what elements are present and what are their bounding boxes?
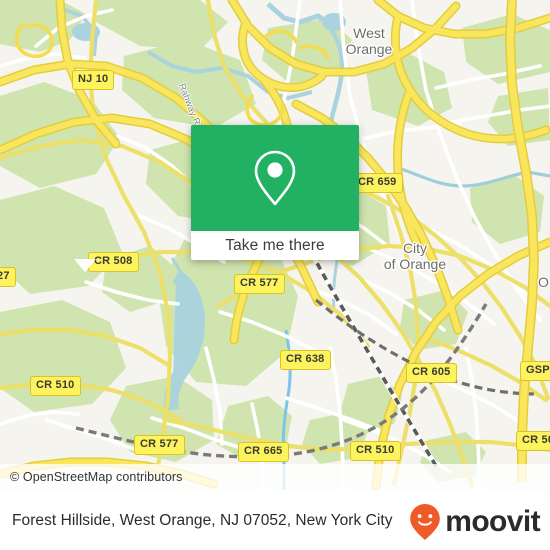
shield-cr-577-upper[interactable]: CR 577: [234, 274, 285, 294]
shield-gsp[interactable]: GSP: [520, 361, 550, 381]
bottom-info-bar: Forest Hillside, West Orange, NJ 07052, …: [0, 490, 550, 550]
moovit-wordmark: moovit: [445, 505, 540, 538]
shield-cr-577-lower[interactable]: CR 577: [134, 435, 185, 455]
popup-footer[interactable]: Take me there: [191, 231, 359, 260]
shield-cr-510-mid[interactable]: CR 510: [350, 441, 401, 461]
shield-cr-605[interactable]: CR 605: [406, 363, 457, 383]
shield-cr-50-right[interactable]: CR 50: [516, 431, 550, 451]
map-canvas[interactable]: Rahway River West Orange City of Orange …: [0, 0, 550, 490]
take-me-there-button[interactable]: Take me there: [225, 237, 325, 255]
map-pin-icon: [254, 150, 296, 206]
shield-cr-638[interactable]: CR 638: [280, 350, 331, 370]
popup-header: [191, 125, 359, 231]
moovit-pin-icon: [410, 504, 441, 540]
screenshot-root: Rahway River West Orange City of Orange …: [0, 0, 550, 550]
shield-cr-665[interactable]: CR 665: [238, 442, 289, 462]
shield-27[interactable]: 27: [0, 267, 16, 287]
moovit-logo[interactable]: moovit: [409, 503, 541, 541]
popup-pointer-tail: [74, 259, 96, 272]
address-text: Forest Hillside, West Orange, NJ 07052, …: [12, 511, 393, 529]
location-popup-card[interactable]: Take me there: [191, 125, 359, 260]
shield-cr-659[interactable]: CR 659: [352, 173, 403, 193]
attribution-text[interactable]: © OpenStreetMap contributors: [0, 470, 183, 484]
map-attribution: © OpenStreetMap contributors: [0, 464, 550, 490]
shield-cr-510-left[interactable]: CR 510: [30, 376, 81, 396]
shield-nj-10[interactable]: NJ 10: [72, 70, 115, 90]
